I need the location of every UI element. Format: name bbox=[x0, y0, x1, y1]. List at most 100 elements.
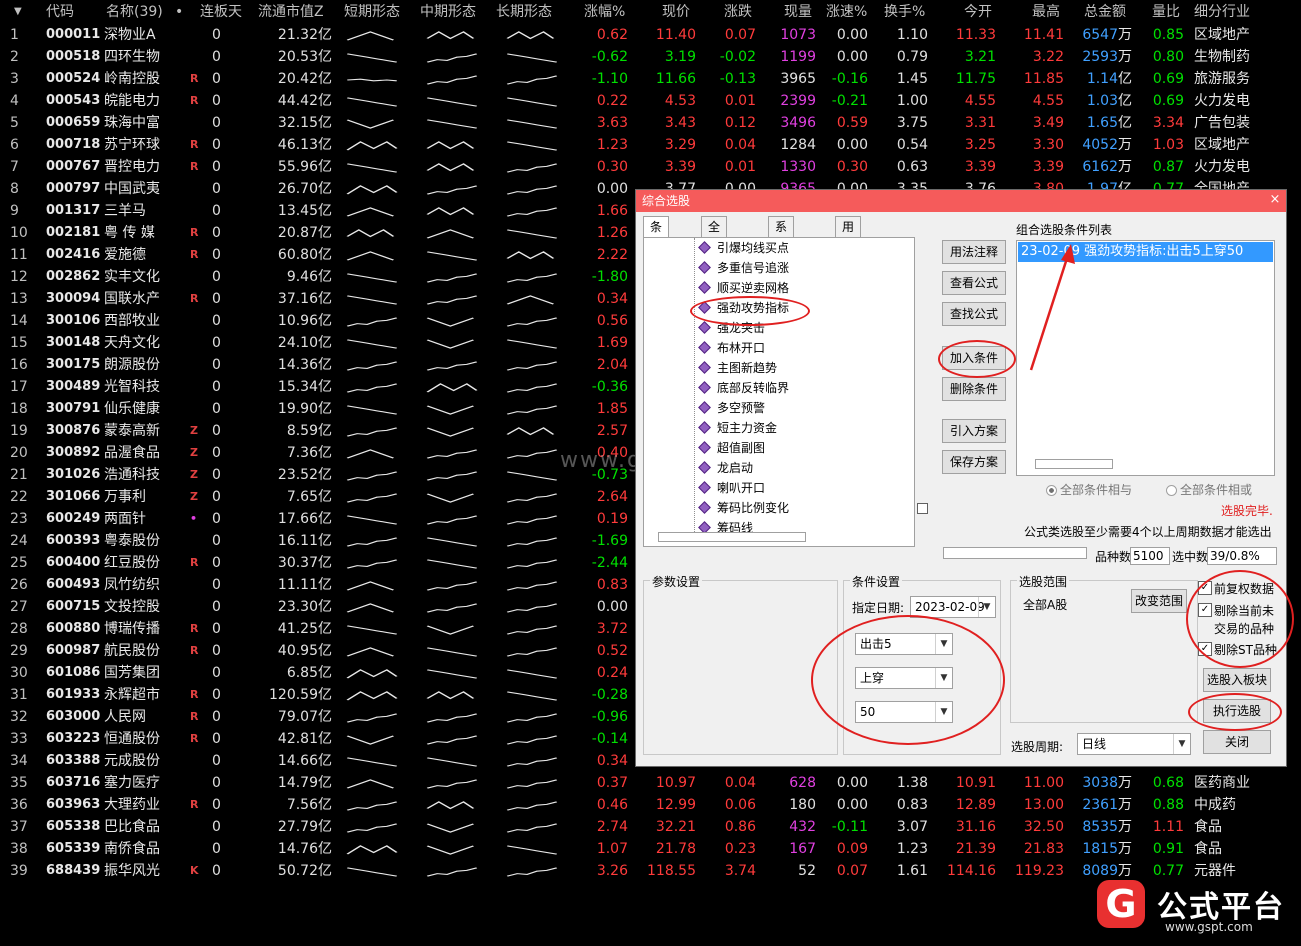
table-row[interactable]: 36 603963 大理药业 R 0 7.56亿 0.46 12.99 0.06 180 0.00 0… bbox=[0, 794, 1301, 816]
dialog-title-bar[interactable]: 综合选股 × bbox=[636, 190, 1286, 212]
col-price[interactable]: 现价 bbox=[662, 0, 690, 24]
col-pct[interactable]: 涨幅% bbox=[584, 0, 625, 24]
chevron-down-icon[interactable]: ▼ bbox=[935, 702, 952, 722]
sort-icon[interactable]: ▼ bbox=[14, 0, 22, 24]
radio-and[interactable]: 全部条件相与 bbox=[1046, 481, 1132, 498]
table-row[interactable]: 4 000543 皖能电力 R 0 44.42亿 0.22 4.53 0.01 2399 -0.21… bbox=[0, 90, 1301, 112]
condition-list-scrollbar[interactable] bbox=[1035, 459, 1113, 469]
tree-item[interactable]: 强龙突击 bbox=[698, 318, 765, 338]
long-pattern bbox=[504, 200, 568, 221]
tab-system-conditions[interactable]: 系统条件 bbox=[768, 216, 795, 294]
dialog-title: 综合选股 bbox=[642, 194, 691, 208]
table-row[interactable]: 35 603716 塞力医疗 0 14.79亿 0.37 10.97 0.04 628 0.00 1… bbox=[0, 772, 1301, 794]
chevron-down-icon[interactable]: ▼ bbox=[978, 597, 995, 617]
mid-sparkline bbox=[426, 295, 478, 305]
table-row[interactable]: 1 000011 深物业A 0 21.32亿 0.62 11.40 0.07 1073 0.00 1… bbox=[0, 24, 1301, 46]
chevron-down-icon[interactable]: ▼ bbox=[1173, 734, 1190, 754]
stock-name: 振华风光 bbox=[104, 863, 160, 879]
col-high[interactable]: 最高 bbox=[1032, 0, 1060, 24]
tree-item[interactable]: 强劲攻势指标 bbox=[698, 298, 789, 318]
find-formula-button[interactable]: 查找公式 bbox=[942, 302, 1006, 326]
col-short[interactable]: 短期形态 bbox=[344, 0, 400, 24]
amount-unit: 万 bbox=[1118, 49, 1132, 65]
limit-days: 0 bbox=[212, 115, 221, 131]
long-sparkline bbox=[506, 405, 558, 415]
col-name[interactable]: 名称(39) bbox=[106, 0, 163, 24]
save-scheme-button[interactable]: 保存方案 bbox=[942, 450, 1006, 474]
col-open[interactable]: 今开 bbox=[964, 0, 992, 24]
chk-exclude-suspended[interactable]: ✓ bbox=[1198, 603, 1212, 617]
col-long[interactable]: 长期形态 bbox=[496, 0, 552, 24]
tab-all-conditions[interactable]: 全部条件 bbox=[701, 216, 728, 294]
col-spd[interactable]: 涨速% bbox=[826, 0, 867, 24]
limit-days: 0 bbox=[212, 93, 221, 109]
delete-condition-button[interactable]: 删除条件 bbox=[942, 377, 1006, 401]
tree-item[interactable]: 筹码比例变化 bbox=[698, 498, 789, 518]
period-select[interactable]: 日线 ▼ bbox=[1077, 733, 1191, 755]
tree-item[interactable]: 超值副图 bbox=[698, 438, 765, 458]
pct-change: 1.85 bbox=[596, 401, 628, 417]
view-formula-button[interactable]: 查看公式 bbox=[942, 271, 1006, 295]
chk-exclude-st[interactable]: ✓ bbox=[1198, 642, 1212, 656]
count-label: 品种数 bbox=[1095, 550, 1132, 564]
col-vol[interactable]: 现量 bbox=[784, 0, 812, 24]
amount-value: 1.03 bbox=[1086, 93, 1118, 109]
table-row[interactable]: 2 000518 四环生物 0 20.53亿 -0.62 3.19 -0.02 1199 0.00… bbox=[0, 46, 1301, 68]
col-mid[interactable]: 中期形态 bbox=[420, 0, 476, 24]
tree-item[interactable]: 底部反转临界 bbox=[698, 378, 789, 398]
table-row[interactable]: 7 000767 晋控电力 R 0 55.96亿 0.30 3.39 0.01 1330 0.30 0… bbox=[0, 156, 1301, 178]
tree-item[interactable]: 喇叭开口 bbox=[698, 478, 765, 498]
tree-item[interactable]: 多重信号追涨 bbox=[698, 258, 789, 278]
radio-or[interactable]: 全部条件相或 bbox=[1166, 481, 1252, 498]
indicator-line-select[interactable]: 出击5 ▼ bbox=[855, 633, 953, 655]
col-ind[interactable]: 细分行业 bbox=[1194, 0, 1250, 24]
col-code[interactable]: 代码 bbox=[46, 0, 74, 24]
close-icon[interactable]: × bbox=[1268, 192, 1282, 208]
pct-change: 0.46 bbox=[596, 797, 628, 813]
tree-item[interactable]: 顺买逆卖网格 bbox=[698, 278, 789, 298]
chevron-down-icon[interactable]: ▼ bbox=[935, 634, 952, 654]
help-button[interactable]: 用法注释 bbox=[942, 240, 1006, 264]
col-cap[interactable]: 流通市值Z bbox=[258, 0, 324, 24]
tree-scrollbar[interactable] bbox=[658, 532, 806, 542]
chk-adjusted[interactable]: ✓ bbox=[1198, 581, 1212, 595]
operator-select[interactable]: 上穿 ▼ bbox=[855, 667, 953, 689]
col-ltd[interactable]: 连板天 bbox=[200, 0, 242, 24]
close-button[interactable]: 关闭 bbox=[1203, 730, 1271, 754]
col-chg[interactable]: 涨跌 bbox=[724, 0, 752, 24]
import-scheme-button[interactable]: 引入方案 bbox=[942, 419, 1006, 443]
table-row[interactable]: 38 605339 南侨食品 0 14.76亿 1.07 21.78 0.23 167 0.09 1… bbox=[0, 838, 1301, 860]
tree-item[interactable]: 龙启动 bbox=[698, 458, 753, 478]
date-picker[interactable]: 2023-02-09 ▼ bbox=[910, 596, 996, 618]
tree-item[interactable]: 布林开口 bbox=[698, 338, 765, 358]
add-condition-button[interactable]: 加入条件 bbox=[942, 346, 1006, 370]
tree-item[interactable]: 引爆均线买点 bbox=[698, 238, 789, 258]
table-row[interactable]: 5 000659 珠海中富 0 32.15亿 3.63 3.43 0.12 3496 0.59 3.… bbox=[0, 112, 1301, 134]
short-sparkline bbox=[346, 163, 398, 173]
long-sparkline bbox=[506, 779, 558, 789]
formula-icon bbox=[698, 421, 711, 434]
tree-item[interactable]: 主图新趋势 bbox=[698, 358, 777, 378]
long-sparkline bbox=[506, 251, 555, 260]
speed: -0.16 bbox=[831, 71, 868, 87]
condition-settings-group: 条件设置 指定日期: 2023-02-09 ▼ 出击5 ▼ 上穿 ▼ 50 ▼ bbox=[843, 573, 1001, 755]
radio-and-dot[interactable] bbox=[1046, 485, 1057, 496]
run-screening-button[interactable]: 执行选股 bbox=[1203, 699, 1271, 723]
change-range-button[interactable]: 改变范围 bbox=[1131, 589, 1187, 613]
add-to-block-button[interactable]: 选股入板块 bbox=[1203, 668, 1271, 692]
col-vr[interactable]: 量比 bbox=[1152, 0, 1180, 24]
table-row[interactable]: 3 000524 岭南控股 R 0 20.42亿 -1.10 11.66 -0.13 3965 -0… bbox=[0, 68, 1301, 90]
tree-item[interactable]: 多空预警 bbox=[698, 398, 765, 418]
tree-item[interactable]: 短主力资金 bbox=[698, 418, 777, 438]
chevron-down-icon[interactable]: ▼ bbox=[935, 668, 952, 688]
table-row[interactable]: 37 605338 巴比食品 0 27.79亿 2.74 32.21 0.86 432 -0.11… bbox=[0, 816, 1301, 838]
industry: 食品 bbox=[1194, 819, 1222, 835]
tab-user-conditions[interactable]: 用户条件 bbox=[835, 216, 862, 294]
col-turn[interactable]: 换手% bbox=[884, 0, 925, 24]
volume: 628 bbox=[789, 775, 816, 791]
col-amt[interactable]: 总金额 bbox=[1084, 0, 1126, 24]
tab-condition-group[interactable]: 条件组 bbox=[643, 216, 670, 274]
radio-or-dot[interactable] bbox=[1166, 485, 1177, 496]
target-value-select[interactable]: 50 ▼ bbox=[855, 701, 953, 723]
table-row[interactable]: 6 000718 苏宁环球 R 0 46.13亿 1.23 3.29 0.04 1284 0.00 0… bbox=[0, 134, 1301, 156]
